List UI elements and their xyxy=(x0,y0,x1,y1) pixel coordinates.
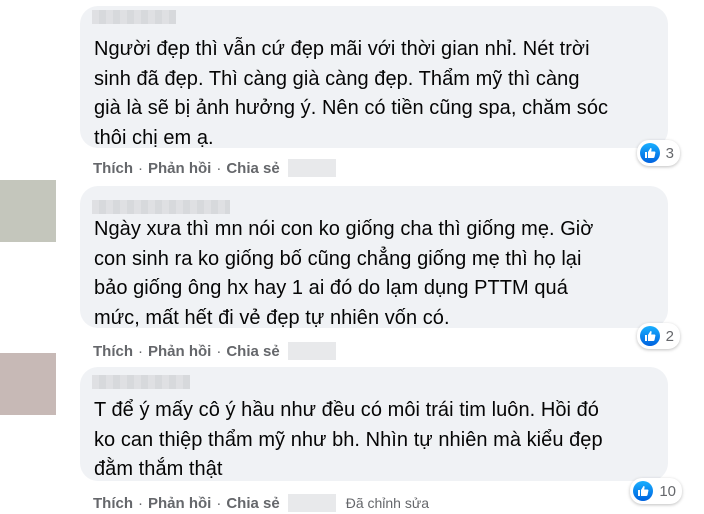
comment-actions: Thích · Phản hồi · Chia sẻ Đã chỉnh sửa xyxy=(93,494,429,512)
separator-dot: · xyxy=(138,494,143,512)
reply-link[interactable]: Phản hồi xyxy=(148,160,211,177)
reaction-count: 10 xyxy=(659,482,676,500)
comment-text: T để ý mấy cô ý hầu như đều có môi trái … xyxy=(94,399,603,480)
comment-actions: Thích · Phản hồi · Chia sẻ xyxy=(93,342,336,360)
comment-text: Người đẹp thì vẫn cứ đẹp mãi với thời gi… xyxy=(94,38,609,149)
thumbs-up-icon xyxy=(639,143,660,163)
reaction-count: 2 xyxy=(665,327,674,345)
like-link[interactable]: Thích xyxy=(93,343,133,360)
separator-dot: · xyxy=(138,342,143,360)
comment-bubble: Người đẹp thì vẫn cứ đẹp mãi với thời gi… xyxy=(80,6,680,166)
reaction-count: 3 xyxy=(665,144,674,162)
comment-text: Ngày xưa thì mn nói con ko giống cha thì… xyxy=(94,218,594,329)
avatar[interactable] xyxy=(0,353,56,415)
reaction-badge[interactable]: 10 xyxy=(630,478,682,504)
share-link[interactable]: Chia sẻ xyxy=(226,160,279,177)
reply-link[interactable]: Phản hồi xyxy=(148,343,211,360)
comment-actions: Thích · Phản hồi · Chia sẻ xyxy=(93,159,336,177)
timestamp-redacted[interactable] xyxy=(287,159,336,177)
separator-dot: · xyxy=(216,494,222,512)
avatar[interactable] xyxy=(0,8,56,70)
separator-dot: · xyxy=(216,342,222,360)
reply-link[interactable]: Phản hồi xyxy=(148,495,211,512)
author-name-redacted[interactable] xyxy=(92,375,190,389)
comment-bubble: Ngày xưa thì mn nói con ko giống cha thì… xyxy=(80,186,680,349)
reaction-badge[interactable]: 2 xyxy=(636,323,680,349)
like-link[interactable]: Thích xyxy=(93,160,133,177)
separator-dot: · xyxy=(138,159,143,177)
author-name-redacted[interactable] xyxy=(92,10,176,24)
share-link[interactable]: Chia sẻ xyxy=(226,343,279,360)
edited-label[interactable]: Đã chỉnh sửa xyxy=(346,495,429,511)
timestamp-redacted[interactable] xyxy=(287,494,336,512)
like-link[interactable]: Thích xyxy=(93,495,133,512)
thumbs-up-icon xyxy=(639,326,660,346)
thumbs-up-icon xyxy=(633,481,654,501)
avatar[interactable] xyxy=(0,180,56,242)
timestamp-redacted[interactable] xyxy=(287,342,336,360)
share-link[interactable]: Chia sẻ xyxy=(226,495,279,512)
reaction-badge[interactable]: 3 xyxy=(636,140,680,166)
author-name-redacted[interactable] xyxy=(92,200,230,214)
separator-dot: · xyxy=(216,159,222,177)
comment-bubble: T để ý mấy cô ý hầu như đều có môi trái … xyxy=(80,367,682,504)
